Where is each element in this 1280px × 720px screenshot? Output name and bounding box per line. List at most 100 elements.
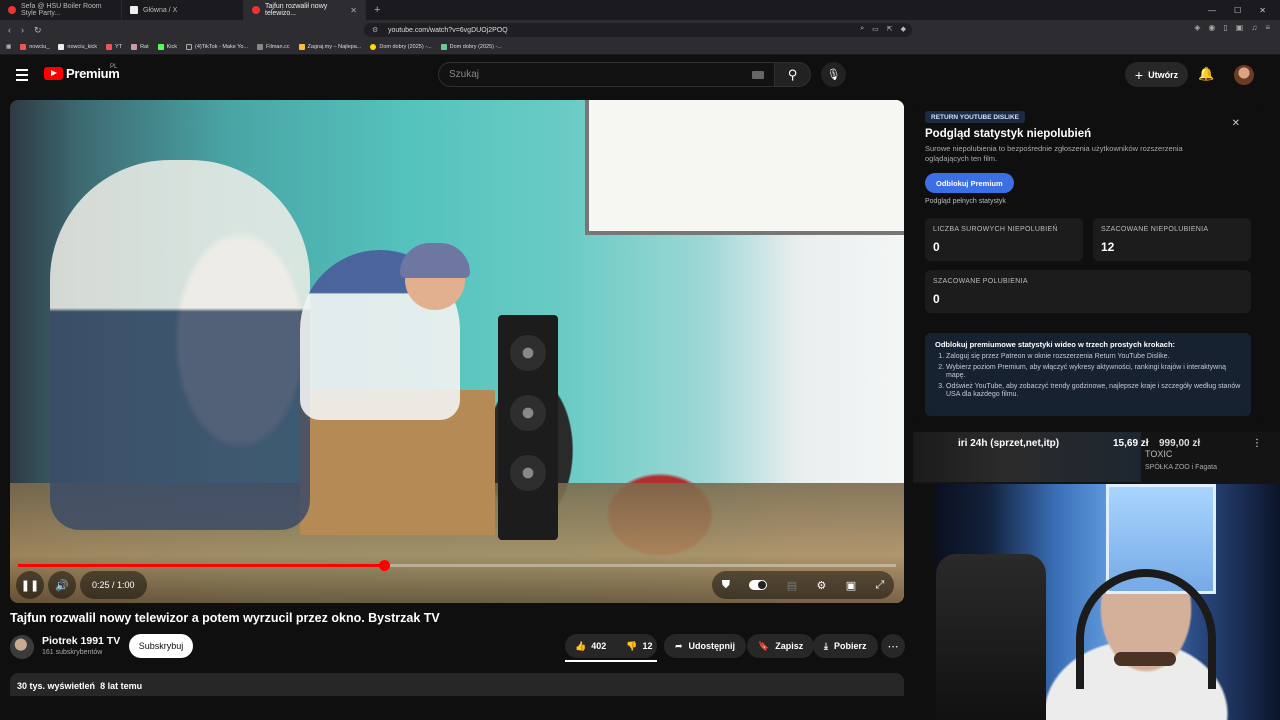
address-bar-row: ‹ › ↻ ⚙ youtube.com/watch?v=6vgDUOj2POQ …	[0, 20, 1280, 40]
step-item: Odśwież YouTube, aby zobaczyć trendy god…	[946, 383, 1241, 400]
browser-tab[interactable]: Sefa @ HSU Boiler Room Style Party...	[0, 0, 122, 20]
voice-search-button[interactable]: 🎙	[821, 62, 846, 87]
player-right-controls: ⛊ ▤ ⚙ ▣ ⤢	[712, 571, 894, 599]
browser-tab[interactable]: Główna / X	[122, 0, 244, 20]
bookmark-icon	[20, 44, 27, 50]
zoom-icon[interactable]: ⌕	[860, 25, 864, 33]
apps-grid-icon[interactable]: ▦	[6, 44, 11, 50]
bookmark[interactable]: Filman.cc	[257, 44, 290, 50]
sponsor-shield-icon[interactable]: ⛊	[722, 579, 730, 592]
bookmark[interactable]: Rat	[131, 44, 149, 50]
new-tab-button[interactable]: +	[366, 4, 388, 16]
extension-icon[interactable]: ◈	[1194, 23, 1200, 32]
url-field[interactable]: ⚙ youtube.com/watch?v=6vgDUOj2POQ ⌕ ▭ ⇱ …	[364, 23, 912, 37]
full-stats-link[interactable]: Podgląd pełnych statystyk	[925, 198, 1006, 205]
search-button[interactable]: ⚲	[775, 62, 811, 87]
extension-icon[interactable]: ◉	[1208, 23, 1215, 32]
save-button[interactable]: 🔖 Zapisz	[747, 634, 815, 658]
recommendation-item[interactable]: iri 24h (sprzet,net,itp) 15,69 zł 999,00…	[913, 432, 1280, 484]
webcam-overlay	[936, 484, 1280, 720]
x-icon	[130, 6, 138, 14]
back-icon[interactable]: ‹	[8, 25, 11, 36]
stat-value: 12	[1101, 240, 1115, 254]
steps-list: Zaloguj się przez Patreon w oknie rozsze…	[935, 353, 1241, 400]
ryd-subtitle: Surowe niepolubienia to bezpośrednie zgł…	[925, 144, 1183, 163]
channel-avatar[interactable]	[10, 635, 34, 659]
reload-icon[interactable]: ↻	[34, 25, 42, 36]
ryd-panel: RETURN YOUTUBE DISLIKE ✕ Podgląd statyst…	[916, 101, 1260, 426]
url-text: youtube.com/watch?v=6vgDUOj2POQ	[388, 26, 508, 34]
volume-icon: 🔊	[55, 579, 69, 592]
bookmark[interactable]: nowciu_	[20, 44, 49, 50]
download-button[interactable]: ⤓ Pobierz	[813, 634, 878, 658]
more-actions-button[interactable]: ⋯	[881, 634, 905, 658]
close-icon[interactable]: ✕	[1232, 118, 1240, 129]
stat-label: SZACOWANE NIEPOLUBIENIA	[1101, 226, 1209, 233]
share-button[interactable]: ➦ Udostępnij	[664, 634, 747, 658]
bookmark[interactable]: Zagraj.my – Najlepa...	[298, 44, 361, 50]
bookmark[interactable]: nowciu_kick	[58, 44, 97, 50]
subscribe-button[interactable]: Subskrybuj	[129, 634, 193, 658]
music-icon[interactable]: ♫	[1251, 23, 1257, 32]
stat-label: SZACOWANE POLUBIENIA	[933, 278, 1028, 285]
progress-scrubber[interactable]	[378, 560, 390, 571]
bookmark[interactable]: YT	[106, 44, 122, 50]
video-frame-cap	[400, 243, 470, 278]
volume-button[interactable]: 🔊	[48, 571, 76, 599]
plus-icon: +	[1134, 66, 1144, 83]
close-tab-icon[interactable]: ✕	[350, 6, 357, 15]
search-input[interactable]: Szukaj	[438, 62, 775, 87]
user-avatar[interactable]	[1234, 65, 1254, 85]
download-label: Pobierz	[833, 641, 867, 651]
notifications-bell-icon[interactable]: 🔔	[1198, 66, 1214, 82]
pause-button[interactable]: ❚❚	[16, 571, 44, 599]
like-button[interactable]: 👍 402	[565, 634, 616, 658]
youtube-icon	[252, 6, 260, 14]
player-controls: ❚❚ 🔊 0:25 / 1:00 ⛊ ▤ ⚙ ▣ ⤢	[10, 571, 904, 599]
minimize-icon[interactable]: —	[1208, 6, 1216, 15]
keyboard-icon[interactable]	[752, 71, 764, 79]
subtitles-icon[interactable]: ▤	[787, 579, 797, 592]
unlock-premium-button[interactable]: Odblokuj Premium	[925, 173, 1014, 193]
video-player[interactable]: ❚❚ 🔊 0:25 / 1:00 ⛊ ▤ ⚙ ▣ ⤢	[10, 100, 904, 603]
cast-icon[interactable]: ▭	[872, 25, 879, 33]
menu-icon[interactable]: ≡	[1265, 23, 1270, 32]
wallet-icon[interactable]: ▣	[1236, 23, 1244, 32]
brave-shield-icon[interactable]: ◆	[901, 25, 906, 33]
share-icon[interactable]: ⇱	[887, 25, 893, 33]
logo-region: PL	[110, 64, 118, 70]
bookmark-icon	[58, 44, 65, 50]
bookmark[interactable]: Kick	[157, 44, 177, 50]
progress-played	[18, 564, 384, 567]
description-box[interactable]: 30 tys. wyświetleń 8 lat temu	[10, 673, 904, 696]
progress-bar[interactable]	[18, 560, 896, 571]
hamburger-menu-icon[interactable]	[16, 69, 28, 84]
recommendation-title: TOXIC	[1145, 449, 1173, 459]
autoplay-toggle[interactable]	[749, 580, 768, 590]
step-item: Zaloguj się przez Patreon w oknie rozsze…	[946, 353, 1241, 362]
like-dislike-group: 👍 402 👎 12	[565, 634, 657, 658]
forward-icon[interactable]: ›	[21, 25, 24, 36]
video-title: Tajfun rozwalil nowy telewizor a potem w…	[10, 611, 440, 625]
bookmark[interactable]: (4)TikTok - Make Yo...	[186, 44, 248, 50]
site-info-icon[interactable]: ⚙	[372, 26, 378, 34]
maximize-icon[interactable]: ☐	[1234, 6, 1241, 15]
miniplayer-icon[interactable]: ▣	[846, 579, 856, 592]
bookmark[interactable]: Dom dobry (2025) -...	[440, 44, 502, 50]
close-window-icon[interactable]: ✕	[1259, 6, 1266, 15]
settings-gear-icon[interactable]: ⚙	[816, 579, 826, 592]
youtube-premium-logo[interactable]: Premium PL	[44, 64, 120, 81]
tab-label: Sefa @ HSU Boiler Room Style Party...	[21, 3, 102, 17]
like-ratio-bar	[565, 660, 657, 662]
bookmark[interactable]: Dom dobry (2025) -...	[370, 44, 432, 50]
download-icon: ⤓	[824, 640, 828, 651]
channel-name[interactable]: Piotrek 1991 TV	[42, 635, 120, 647]
more-vertical-icon[interactable]: ⋮	[1252, 438, 1262, 449]
bookmark-icon	[257, 44, 264, 50]
fullscreen-icon[interactable]: ⤢	[876, 579, 885, 592]
create-button[interactable]: + Utwórz	[1125, 62, 1188, 87]
sidebar-icon[interactable]: ▯	[1223, 23, 1227, 32]
dislike-button[interactable]: 👎 12	[616, 634, 662, 658]
browser-tab-active[interactable]: Tajfun rozwalił nowy telewizo... ✕	[244, 0, 366, 20]
pause-icon: ❚❚	[20, 579, 40, 592]
